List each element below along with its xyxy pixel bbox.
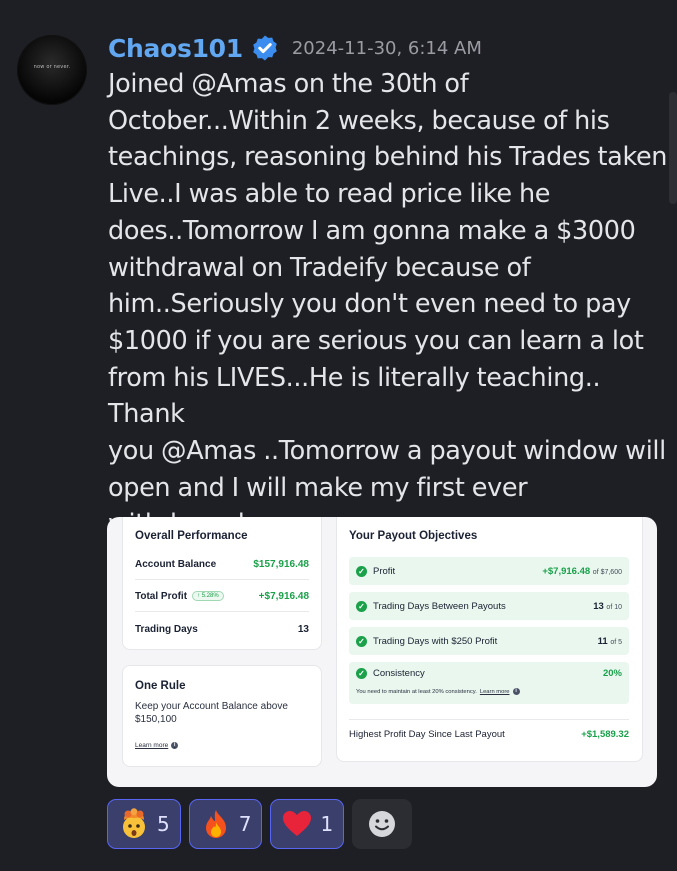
username[interactable]: Chaos101 [108,34,243,63]
highest-profit-day-label: Highest Profit Day Since Last Payout [349,728,505,740]
user-avatar[interactable]: now or never. [17,35,87,105]
check-circle-icon: ✓ [356,600,367,612]
message-header: Chaos101 2024-11-30, 6:14 AM [108,32,482,64]
one-rule-learn-more-link[interactable]: Learn more i [135,742,179,749]
smiley-icon [369,811,396,837]
reaction-heart[interactable]: 1 [270,799,345,849]
objective-profit-label: Profit [373,565,396,577]
account-balance-value: $157,916.48 [253,558,309,570]
verified-badge-icon [253,35,277,61]
highest-profit-day-row: Highest Profit Day Since Last Payout +$1… [349,719,629,748]
reactions-bar: 5 7 1 [107,799,413,849]
objective-days-250-label: Trading Days with $250 Profit [373,635,498,647]
attached-screenshot[interactable]: Overall Performance Account Balance $157… [107,517,657,787]
overall-performance-title: Overall Performance [135,530,248,542]
account-balance-label: Account Balance [135,558,217,570]
objective-days-250-value: 11 [597,635,608,647]
add-reaction-button[interactable] [352,799,413,849]
objective-profit-value: +$7,916.48 [542,565,591,577]
payout-objectives-panel: Your Payout Objectives ✓ Profit +$7,916.4… [336,517,643,762]
message-timestamp: 2024-11-30, 6:14 AM [291,37,482,59]
objective-days-between-value: 13 [593,600,604,612]
objective-days-between: ✓ Trading Days Between Payouts 13 of 10 [349,592,629,620]
reaction-fire[interactable]: 7 [188,799,263,849]
consistency-learn-more-link[interactable]: Learn more [480,689,510,695]
info-icon: i [171,742,179,749]
check-circle-icon: ✓ [356,565,367,577]
trading-days-row: Trading Days 13 [135,614,309,644]
total-profit-value: +$7,916.48 [258,590,309,602]
exploding-head-emoji-icon [123,808,145,838]
objective-days-250-target: of 5 [610,638,622,646]
objective-days-between-label: Trading Days Between Payouts [373,600,506,612]
trading-days-label: Trading Days [135,623,198,635]
avatar-caption: now or never. [33,64,71,70]
fire-emoji-icon [205,810,226,838]
reaction-count: 7 [238,812,252,836]
total-profit-badge: ↑ 5.28% [192,590,224,601]
objective-days-250: ✓ Trading Days with $250 Profit 11 of 5 [349,627,629,655]
total-profit-label: Total Profit [135,590,188,602]
payout-objectives-title: Your Payout Objectives [349,530,478,542]
overall-performance-panel: Overall Performance Account Balance $157… [122,517,322,650]
reaction-count: 1 [320,812,334,836]
scrollbar[interactable] [669,92,677,204]
account-balance-row: Account Balance $157,916.48 [135,549,309,580]
one-rule-title: One Rule [135,680,186,692]
one-rule-learn-more-label: Learn more [135,742,169,749]
highest-profit-day-value: +$1,589.32 [581,728,629,740]
message-body: Joined @Amas on the 30th of October...Wi… [108,69,668,576]
reaction-count: 5 [157,812,170,836]
reaction-exploding-head[interactable]: 5 [107,799,181,849]
heart-emoji-icon [283,811,312,836]
objective-consistency-label: Consistency [373,668,425,679]
objective-consistency: ✓ Consistency 20% You need to maintain at… [349,662,629,704]
total-profit-row: Total Profit ↑ 5.28% +$7,916.48 [135,581,309,612]
info-icon: i [512,688,520,695]
trading-days-value: 13 [297,623,309,635]
objective-profit: ✓ Profit +$7,916.48 of $7,600 [349,557,629,585]
one-rule-panel: One Rule Keep your Account Balance above… [122,665,322,767]
check-circle-icon: ✓ [356,668,367,679]
objective-profit-target: of $7,600 [592,568,622,576]
objective-days-between-target: of 10 [606,603,622,611]
consistency-note-text: You need to maintain at least 20% consis… [356,688,477,695]
consistency-note: You need to maintain at least 20% consis… [356,688,520,695]
objective-consistency-value: 20% [602,668,622,679]
one-rule-text: Keep your Account Balance above $150,100 [135,701,288,725]
check-circle-icon: ✓ [356,635,367,647]
